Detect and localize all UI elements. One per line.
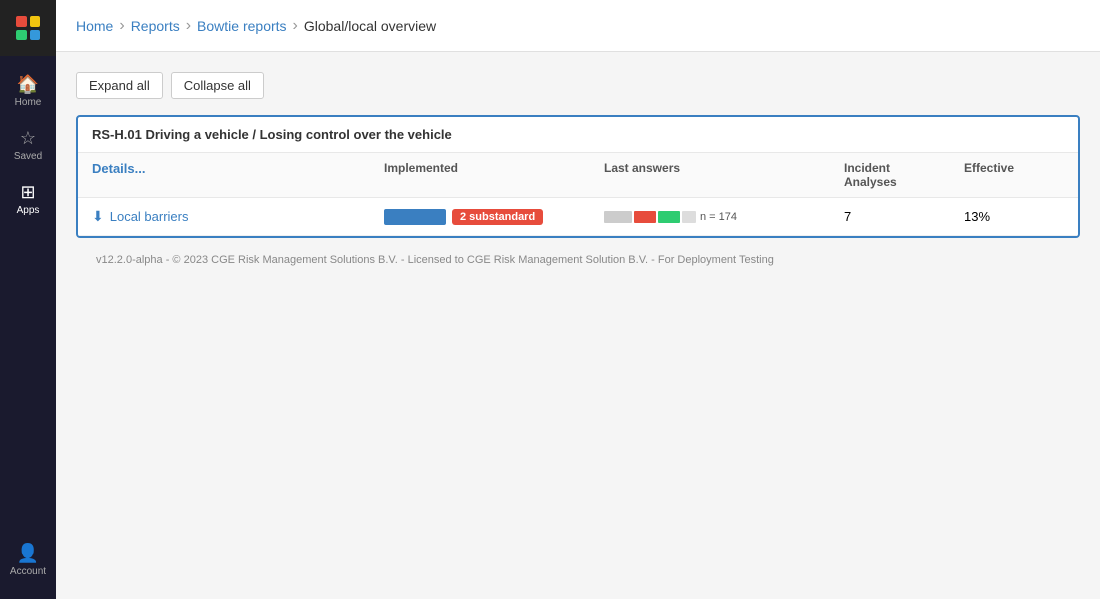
sidebar-item-apps-label: Apps [17, 205, 40, 216]
toolbar: Expand all Collapse all [76, 72, 1080, 99]
local-barriers-link[interactable]: Local barriers [110, 209, 189, 224]
sidebar: 🏠 Home ☆ Saved ⊞ Apps 👤 Account [0, 0, 56, 599]
logo-cell-blue [30, 30, 41, 41]
barrier-cell: ⬇ Local barriers [92, 208, 384, 225]
bowtie-card: RS-H.01 Driving a vehicle / Losing contr… [76, 115, 1080, 238]
breadcrumb-home[interactable]: Home [76, 18, 113, 34]
header: Home › Reports › Bowtie reports › Global… [56, 0, 1100, 52]
la-seg-red [634, 211, 656, 223]
last-answers-bars [604, 211, 696, 223]
footer: v12.2.0-alpha - © 2023 CGE Risk Manageme… [76, 238, 1080, 282]
table-header-row: Details... Implemented Last answers Inci… [78, 153, 1078, 198]
col-header-effective: Effective [964, 161, 1064, 189]
breadcrumb-bowtie[interactable]: Bowtie reports [197, 18, 286, 34]
col-header-implemented: Implemented [384, 161, 604, 189]
col-header-last-answers: Last answers [604, 161, 844, 189]
breadcrumb-reports[interactable]: Reports [131, 18, 180, 34]
breadcrumb-sep-2: › [186, 17, 191, 35]
incident-analyses-cell: 7 [844, 209, 964, 224]
saved-icon: ☆ [20, 128, 36, 149]
table-row: ⬇ Local barriers 2 substandard [78, 198, 1078, 236]
la-seg-gray [604, 211, 632, 223]
logo-cell-red [16, 16, 27, 27]
breadcrumb-sep-1: › [119, 17, 124, 35]
details-link[interactable]: Details... [92, 161, 145, 176]
breadcrumb-current: Global/local overview [304, 18, 436, 34]
expand-all-button[interactable]: Expand all [76, 72, 163, 99]
implemented-cell: 2 substandard [384, 209, 604, 225]
content-area: Expand all Collapse all RS-H.01 Driving … [56, 52, 1100, 599]
sidebar-item-home[interactable]: 🏠 Home [0, 64, 56, 118]
sidebar-item-home-label: Home [15, 97, 42, 108]
last-answers-label: n = 174 [700, 211, 737, 223]
logo-cell-yellow [30, 16, 41, 27]
download-icon: ⬇ [92, 208, 104, 225]
apps-icon: ⊞ [20, 182, 35, 203]
sidebar-item-account[interactable]: 👤 Account [10, 533, 46, 587]
last-answers-cell: n = 174 [604, 211, 844, 223]
breadcrumb-sep-3: › [293, 17, 298, 35]
la-seg-green [658, 211, 680, 223]
implemented-bar-segment [384, 209, 446, 225]
la-seg-lightgray [682, 211, 696, 223]
breadcrumb: Home › Reports › Bowtie reports › Global… [76, 17, 436, 35]
logo-grid [16, 16, 40, 40]
sidebar-bottom: 👤 Account [10, 533, 46, 599]
sidebar-item-apps[interactable]: ⊞ Apps [0, 172, 56, 226]
sidebar-item-account-label: Account [10, 566, 46, 577]
main-content: Home › Reports › Bowtie reports › Global… [56, 0, 1100, 599]
sidebar-nav: 🏠 Home ☆ Saved ⊞ Apps [0, 56, 56, 533]
sidebar-item-saved[interactable]: ☆ Saved [0, 118, 56, 172]
col-header-incident-analyses: Incident Analyses [844, 161, 964, 189]
card-title: RS-H.01 Driving a vehicle / Losing contr… [78, 117, 1078, 153]
substandard-badge: 2 substandard [452, 209, 543, 225]
collapse-all-button[interactable]: Collapse all [171, 72, 264, 99]
home-icon: 🏠 [17, 74, 39, 95]
sidebar-item-saved-label: Saved [14, 151, 42, 162]
col-header-name: Details... [92, 161, 384, 189]
footer-text: v12.2.0-alpha - © 2023 CGE Risk Manageme… [96, 254, 774, 266]
app-logo [0, 0, 56, 56]
account-icon: 👤 [17, 543, 39, 564]
effective-cell: 13% [964, 209, 1064, 224]
table-section: Details... Implemented Last answers Inci… [78, 153, 1078, 236]
logo-cell-green [16, 30, 27, 41]
